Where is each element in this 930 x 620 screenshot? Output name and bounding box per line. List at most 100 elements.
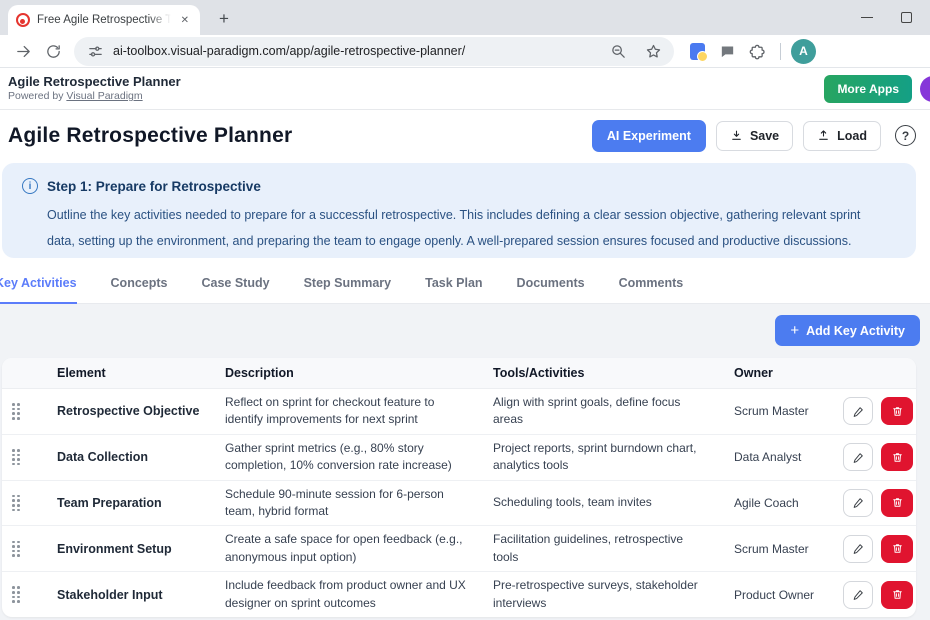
col-tools: Tools/Activities: [486, 366, 722, 380]
upload-icon: [817, 129, 830, 142]
help-icon[interactable]: ?: [895, 125, 916, 146]
drag-handle-icon[interactable]: [12, 449, 20, 465]
minimize-button[interactable]: [861, 17, 873, 19]
extensions-puzzle-icon[interactable]: [744, 38, 770, 64]
tab-task-plan[interactable]: Task Plan: [425, 263, 482, 303]
tools-cell: Align with sprint goals, define focus ar…: [486, 394, 722, 429]
add-key-activity-button[interactable]: + Add Key Activity: [775, 315, 920, 346]
tab-documents[interactable]: Documents: [517, 263, 585, 303]
load-button[interactable]: Load: [803, 121, 881, 151]
trash-icon: [891, 451, 904, 464]
pencil-icon: [852, 405, 865, 418]
drag-handle-icon[interactable]: [12, 586, 20, 602]
col-owner: Owner: [722, 366, 832, 380]
table-row: Environment Setup Create a safe space fo…: [2, 526, 916, 572]
tools-cell: Pre-retrospective surveys, stakeholder i…: [486, 577, 722, 612]
page-title: Agile Retrospective Planner: [8, 124, 592, 148]
element-cell: Team Preparation: [48, 496, 218, 510]
element-cell: Stakeholder Input: [48, 588, 218, 602]
pencil-icon: [852, 496, 865, 509]
drag-handle-icon[interactable]: [12, 495, 20, 511]
ai-experiment-button[interactable]: AI Experiment: [592, 120, 706, 152]
description-cell: Create a safe space for open feedback (e…: [218, 531, 486, 566]
browser-tab[interactable]: Free Agile Retrospective Tool | F ✕: [8, 5, 200, 35]
owner-cell: Product Owner: [722, 588, 832, 602]
tab-case-study[interactable]: Case Study: [201, 263, 269, 303]
plus-icon: +: [790, 322, 799, 339]
pencil-icon: [852, 451, 865, 464]
page-title-row: Agile Retrospective Planner AI Experimen…: [0, 110, 930, 161]
owner-cell: Scrum Master: [722, 542, 832, 556]
drag-handle-icon[interactable]: [12, 541, 20, 557]
delete-button[interactable]: [881, 535, 913, 563]
table-row: Data Collection Gather sprint metrics (e…: [2, 435, 916, 481]
bookmark-star-icon[interactable]: [640, 38, 666, 64]
address-bar[interactable]: ai-toolbox.visual-paradigm.com/app/agile…: [74, 37, 674, 66]
powered-by: Powered by Visual Paradigm: [8, 90, 181, 103]
trash-icon: [891, 588, 904, 601]
col-description: Description: [218, 366, 486, 380]
pencil-icon: [852, 542, 865, 555]
download-icon: [730, 129, 743, 142]
title-buttons: AI Experiment Save Load ?: [592, 120, 916, 152]
description-cell: Schedule 90-minute session for 6-person …: [218, 486, 486, 521]
drag-handle-icon[interactable]: [12, 403, 20, 419]
element-cell: Data Collection: [48, 450, 218, 464]
site-favicon: [16, 13, 30, 27]
table-row: Stakeholder Input Include feedback from …: [2, 572, 916, 617]
reload-icon[interactable]: [40, 38, 66, 64]
table-header-row: Element Description Tools/Activities Own…: [2, 358, 916, 389]
tab-comments[interactable]: Comments: [619, 263, 684, 303]
new-tab-button[interactable]: +: [212, 8, 236, 30]
tab-key-activities[interactable]: Key Activities: [0, 263, 77, 303]
tab-step-summary[interactable]: Step Summary: [304, 263, 392, 303]
step-description: Outline the key activities needed to pre…: [47, 202, 890, 254]
browser-tab-strip: Free Agile Retrospective Tool | F ✕ +: [0, 0, 930, 35]
more-apps-button[interactable]: More Apps: [824, 75, 912, 103]
browser-profile-avatar[interactable]: A: [791, 39, 816, 64]
extension-colored-icon[interactable]: [684, 38, 710, 64]
zoom-out-icon[interactable]: [605, 38, 631, 64]
trash-icon: [891, 496, 904, 509]
toolbar-separator: [780, 43, 781, 60]
delete-button[interactable]: [881, 489, 913, 517]
step-info-box: i Step 1: Prepare for Retrospective Outl…: [2, 163, 916, 258]
info-icon: i: [22, 178, 38, 194]
edit-button[interactable]: [843, 397, 873, 425]
browser-toolbar: ai-toolbox.visual-paradigm.com/app/agile…: [0, 35, 930, 68]
delete-button[interactable]: [881, 581, 913, 609]
description-cell: Gather sprint metrics (e.g., 80% story c…: [218, 440, 486, 475]
delete-button[interactable]: [881, 443, 913, 471]
app-header: Agile Retrospective Planner Powered by V…: [0, 68, 930, 110]
tab-close-icon[interactable]: ✕: [178, 13, 192, 28]
element-cell: Environment Setup: [48, 542, 218, 556]
forward-icon[interactable]: [10, 38, 36, 64]
edit-button[interactable]: [843, 535, 873, 563]
site-settings-icon[interactable]: [86, 38, 104, 64]
visual-paradigm-link[interactable]: Visual Paradigm: [66, 90, 142, 102]
table-row: Retrospective Objective Reflect on sprin…: [2, 389, 916, 435]
element-cell: Retrospective Objective: [48, 404, 218, 418]
user-avatar[interactable]: [920, 76, 930, 102]
owner-cell: Agile Coach: [722, 496, 832, 510]
tools-cell: Project reports, sprint burndown chart, …: [486, 440, 722, 475]
pencil-icon: [852, 588, 865, 601]
url-text[interactable]: ai-toolbox.visual-paradigm.com/app/agile…: [113, 44, 596, 58]
delete-button[interactable]: [881, 397, 913, 425]
description-cell: Include feedback from product owner and …: [218, 577, 486, 612]
edit-button[interactable]: [843, 443, 873, 471]
browser-window: Free Agile Retrospective Tool | F ✕ + ai…: [0, 0, 930, 620]
edit-button[interactable]: [843, 581, 873, 609]
section-tabs: Key Activities Concepts Case Study Step …: [0, 263, 930, 304]
app-header-title: Agile Retrospective Planner: [8, 74, 181, 90]
tab-concepts[interactable]: Concepts: [111, 263, 168, 303]
maximize-button[interactable]: [901, 12, 912, 23]
save-button[interactable]: Save: [716, 121, 793, 151]
table-row: Team Preparation Schedule 90-minute sess…: [2, 481, 916, 527]
edit-button[interactable]: [843, 489, 873, 517]
window-controls: [861, 0, 930, 35]
work-area: + Add Key Activity Element Description T…: [0, 304, 930, 620]
app-header-right: More Apps: [824, 68, 930, 110]
comment-extension-icon[interactable]: [714, 38, 740, 64]
trash-icon: [891, 542, 904, 555]
